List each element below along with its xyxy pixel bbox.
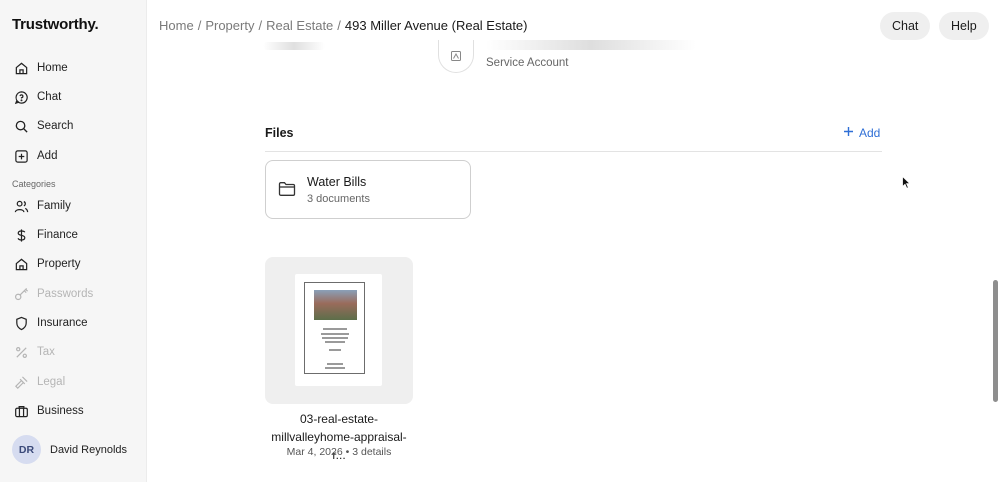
sidebar-item-passwords[interactable]: Passwords bbox=[13, 286, 93, 302]
faded-text bbox=[263, 42, 325, 50]
sidebar-item-label: Legal bbox=[37, 376, 66, 388]
user-name: David Reynolds bbox=[50, 443, 128, 456]
sidebar-item-label: Business bbox=[37, 405, 84, 417]
mouse-cursor-icon bbox=[902, 175, 911, 194]
breadcrumb-home[interactable]: Home bbox=[159, 18, 194, 33]
document-card[interactable] bbox=[265, 257, 413, 404]
document-thumbnail bbox=[295, 274, 382, 386]
sidebar-item-label: Finance bbox=[37, 229, 78, 241]
add-square-icon bbox=[13, 148, 29, 164]
dollar-icon bbox=[13, 227, 29, 243]
breadcrumb-separator: / bbox=[258, 18, 263, 33]
document-details: 3 details bbox=[352, 446, 392, 458]
sidebar-item-label: Family bbox=[37, 200, 71, 212]
sidebar-item-label: Tax bbox=[37, 346, 55, 358]
avatar: DR bbox=[12, 435, 41, 464]
nav-item-search[interactable]: Search bbox=[13, 118, 73, 134]
document-page-preview bbox=[304, 282, 365, 374]
home-icon bbox=[13, 60, 29, 76]
add-label: Add bbox=[859, 126, 881, 140]
nav-item-chat[interactable]: Chat bbox=[13, 89, 61, 105]
folder-document-count: 3 documents bbox=[307, 193, 370, 205]
sidebar-item-label: Insurance bbox=[37, 317, 88, 329]
sidebar: Trustworthy. Home Chat Search Add Catego… bbox=[0, 0, 147, 482]
sidebar-item-finance[interactable]: Finance bbox=[13, 227, 78, 243]
faded-text bbox=[486, 40, 696, 50]
chat-icon bbox=[13, 89, 29, 105]
shield-icon bbox=[13, 315, 29, 331]
scrollbar-thumb[interactable] bbox=[993, 280, 998, 402]
sidebar-item-business[interactable]: Business bbox=[13, 403, 84, 419]
gavel-icon bbox=[13, 374, 29, 390]
nav-item-home[interactable]: Home bbox=[13, 60, 68, 76]
section-divider bbox=[265, 151, 882, 152]
nav-label: Chat bbox=[37, 91, 62, 103]
document-date: Mar 4, 2026 bbox=[286, 446, 343, 458]
house-photo bbox=[314, 290, 357, 320]
breadcrumb-current: 493 Miller Avenue (Real Estate) bbox=[344, 18, 528, 33]
sidebar-item-tax[interactable]: Tax bbox=[13, 344, 55, 360]
key-icon bbox=[13, 286, 29, 302]
nav-label: Search bbox=[37, 120, 74, 132]
breadcrumb-separator: / bbox=[337, 18, 341, 33]
categories-heading: Categories bbox=[12, 179, 56, 189]
percent-icon bbox=[13, 344, 29, 360]
folder-icon bbox=[278, 181, 296, 202]
nav-label: Add bbox=[37, 150, 58, 162]
home-icon bbox=[13, 256, 29, 272]
family-icon bbox=[13, 198, 29, 214]
service-account-label: Service Account bbox=[486, 57, 569, 69]
breadcrumb-property[interactable]: Property bbox=[205, 18, 254, 33]
sidebar-item-family[interactable]: Family bbox=[13, 198, 71, 214]
plus-icon bbox=[843, 126, 854, 140]
sidebar-item-label: Property bbox=[37, 258, 81, 270]
service-account-icon bbox=[438, 40, 474, 73]
sidebar-item-insurance[interactable]: Insurance bbox=[13, 315, 88, 331]
folder-card[interactable]: Water Bills 3 documents bbox=[265, 160, 471, 219]
search-icon bbox=[13, 118, 29, 134]
folder-name: Water Bills bbox=[307, 175, 367, 189]
breadcrumb: Home / Property / Real Estate / 493 Mill… bbox=[159, 18, 527, 33]
user-profile[interactable]: DR David Reynolds bbox=[12, 435, 127, 464]
nav-label: Home bbox=[37, 62, 68, 74]
sidebar-item-legal[interactable]: Legal bbox=[13, 374, 65, 390]
add-file-button[interactable]: Add bbox=[843, 126, 880, 140]
files-heading: Files bbox=[265, 126, 294, 140]
document-meta: Mar 4, 2026 • 3 details bbox=[268, 446, 410, 458]
help-button[interactable]: Help bbox=[939, 12, 989, 40]
sidebar-item-label: Passwords bbox=[37, 288, 94, 300]
breadcrumb-separator: / bbox=[197, 18, 202, 33]
nav-item-add[interactable]: Add bbox=[13, 148, 57, 164]
chat-button[interactable]: Chat bbox=[880, 12, 931, 40]
app-logo[interactable]: Trustworthy. bbox=[12, 16, 99, 33]
sidebar-item-property[interactable]: Property bbox=[13, 256, 80, 272]
briefcase-icon bbox=[13, 403, 29, 419]
breadcrumb-real-estate[interactable]: Real Estate bbox=[266, 18, 333, 33]
